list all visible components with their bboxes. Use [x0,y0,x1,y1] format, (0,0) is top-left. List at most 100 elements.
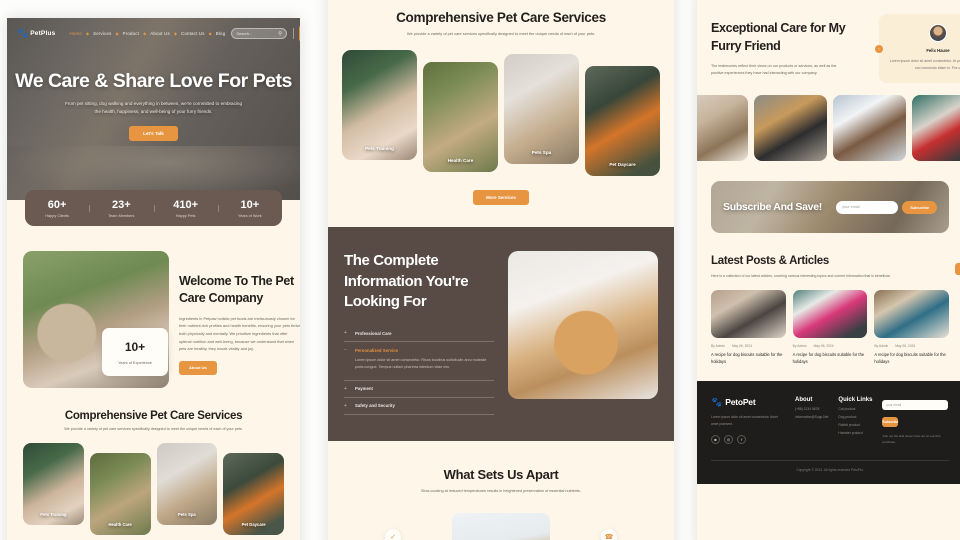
post-date: May 06, 2024 [731,344,752,349]
footer-logo[interactable]: 🐾 PetoPet [711,397,785,407]
minus-icon: – [344,347,347,354]
check-icon: ✓ [385,528,401,540]
footer-email-input[interactable]: your email [882,400,949,411]
facebook-icon[interactable]: f [737,434,746,444]
footer-email[interactable]: information@Supp.Net [795,415,828,419]
service-card[interactable]: Pets Spa [504,54,579,164]
service-card[interactable]: Pet Daycare [585,66,660,176]
service-card-label: Pets Spa [531,150,552,155]
apart-section: What Sets Us Apart Slow-cooking at reduc… [328,441,674,540]
footer-link-hamster-product[interactable]: Hamster product [838,431,872,435]
nav-link-product[interactable]: Product [123,31,140,36]
footer-social-links: ■ ◎ f [711,434,785,444]
services-card-list: Pets Training Health Care Pets Spa Pet D… [342,50,660,176]
search-input[interactable]: Search... ⚲ [231,28,287,39]
service-card[interactable]: Pets Training [342,50,417,160]
subscribe-banner: Subscribe And Save! your email Subscribe [711,181,949,234]
post-card[interactable]: By Admin May 06, 2024 A recipe for dog b… [792,290,868,365]
accordion-item[interactable]: + Safety and Security [344,398,494,415]
nav-link-blog[interactable]: Blog [216,31,226,36]
nav-separator-dot: ◆ [208,31,212,36]
hero-title: We Care & Share Love For Pets [15,70,292,92]
nav-separator-dot: ◆ [115,31,119,36]
experience-label: Years of Experience [118,360,152,365]
nav-link-services[interactable]: Services [93,31,111,36]
apart-feature: ☎ 24/6 Support Lorem ipsum dolor sit ame… [558,513,660,540]
subscribe-email-input[interactable]: your email [836,200,899,214]
footer-link-cat-product[interactable]: Cat product [838,407,872,411]
experience-number: 10+ [124,339,146,354]
hero-subtitle: From pet sitting, dog walking and everyt… [64,101,243,115]
service-card[interactable]: Health Care [423,62,498,172]
service-card-label: Pets Training [365,146,394,151]
footer-link-dog-product[interactable]: Dog product [838,415,872,419]
service-card[interactable]: Pets Spa [156,443,218,525]
services-subtitle: We provide a variety of pet care service… [64,427,243,431]
search-icon[interactable]: ⚲ [278,31,282,37]
hero-section: 🐾 PetPlus Home ◆ Services ◆ Product ◆ Ab… [7,18,300,200]
accordion-header[interactable]: + Professional Care [344,330,494,336]
post-card[interactable]: By Admin May 06, 2024 A recipe for dog b… [711,290,786,365]
testimonial-gallery [697,95,960,162]
services-card-list: Pets Training Health Care Pets Spa Pet D… [7,443,300,535]
instagram-icon[interactable]: ◎ [724,434,733,444]
welcome-copy: Welcome To The Pet Care Company Ingredie… [179,273,300,375]
testimonial-text: Lorem ipsum dolor sit amet consectetur. … [889,59,960,70]
post-title: A recipe for dog biscuits suitable for t… [792,352,865,364]
subscribe-button[interactable]: Subscribe [902,200,937,214]
accordion-title: Payment [355,386,373,391]
services-section-panel2: Comprehensive Pet Care Services We provi… [328,0,674,205]
accordion-header[interactable]: + Payment [344,386,494,392]
posts-section: Latest Posts & Articles Here is a collec… [697,233,960,365]
navbar: 🐾 PetPlus Home ◆ Services ◆ Product ◆ Ab… [7,18,300,42]
accordion-item[interactable]: – Personalized Service Lorem ipsum dolor… [344,342,494,381]
footer-link-rabbit-product[interactable]: Rabbit product [838,423,872,427]
gallery-image [697,95,748,162]
accordion-body: Lorem ipsum dolor sit amet consectetur. … [355,358,487,370]
brand-logo[interactable]: 🐾 PetPlus [17,29,55,38]
post-author: By Admin [711,344,725,349]
page-root: 🐾 PetPlus Home ◆ Services ◆ Product ◆ Ab… [0,0,960,540]
post-author: By Admin [874,344,889,349]
about-us-button[interactable]: About Us [179,360,217,375]
footer-phone[interactable]: (+88) 1234 5678 [795,407,828,411]
post-card[interactable]: By Admin May 06, 2024 A recipe for dog b… [874,290,950,365]
accordion-header[interactable]: + Safety and Security [344,403,494,409]
footer-subscribe-button[interactable]: Subscribe [882,417,899,428]
chevron-left-icon[interactable]: ‹ [875,44,883,53]
information-section: The Complete Information You're Looking … [328,227,674,441]
arrow-right-icon[interactable] [955,263,960,276]
twitter-icon[interactable]: ■ [711,434,720,444]
accordion-item[interactable]: + Payment [344,381,494,398]
apart-photo [452,512,550,540]
nav-link-about-us[interactable]: About Us [150,31,170,36]
more-services-button[interactable]: More Services [473,190,529,205]
footer-about-heading: About [795,397,813,404]
post-thumbnail [711,290,786,339]
welcome-title: Welcome To The Pet Care Company [179,274,294,305]
accordion-header[interactable]: – Personalized Service [344,347,494,353]
nav-link-contact-us[interactable]: Contact Us [181,31,205,36]
services-title: Comprehensive Pet Care Services [396,10,606,25]
apart-title: What Sets Us Apart [443,466,559,482]
contact-us-button[interactable]: Contact Us [299,25,300,42]
accordion-item[interactable]: + Professional Care [344,325,494,343]
nav-link-home[interactable]: Home [69,31,82,36]
service-card-label: Pet Daycare [241,522,266,527]
plus-icon: + [344,402,347,409]
post-meta: By Admin May 06, 2024 [793,344,868,348]
service-card[interactable]: Pets Training [23,443,84,525]
welcome-body: Ingredients in Petpaw holistic pet foods… [179,315,300,352]
subscribe-title: Subscribe And Save! [723,201,822,214]
subscribe-form: your email Subscribe [836,200,937,214]
lets-talk-button[interactable]: Let's Talk [129,125,178,141]
service-card[interactable]: Health Care [89,453,151,535]
screen-panel-home: 🐾 PetPlus Home ◆ Services ◆ Product ◆ Ab… [7,18,300,540]
service-card[interactable]: Pet Daycare [223,453,284,535]
post-list: By Admin May 06, 2024 A recipe for dog b… [711,290,950,365]
post-title: A recipe for dog biscuits suitable for t… [874,352,946,364]
testimonial-author: Felix Hause [926,48,950,53]
services-section-panel1: Comprehensive Pet Care Services We provi… [7,410,300,535]
stats-bar: 60+ Happy Clients 23+ Team Members 410+ … [25,190,282,226]
post-meta: By Admin May 06, 2024 [711,344,786,348]
